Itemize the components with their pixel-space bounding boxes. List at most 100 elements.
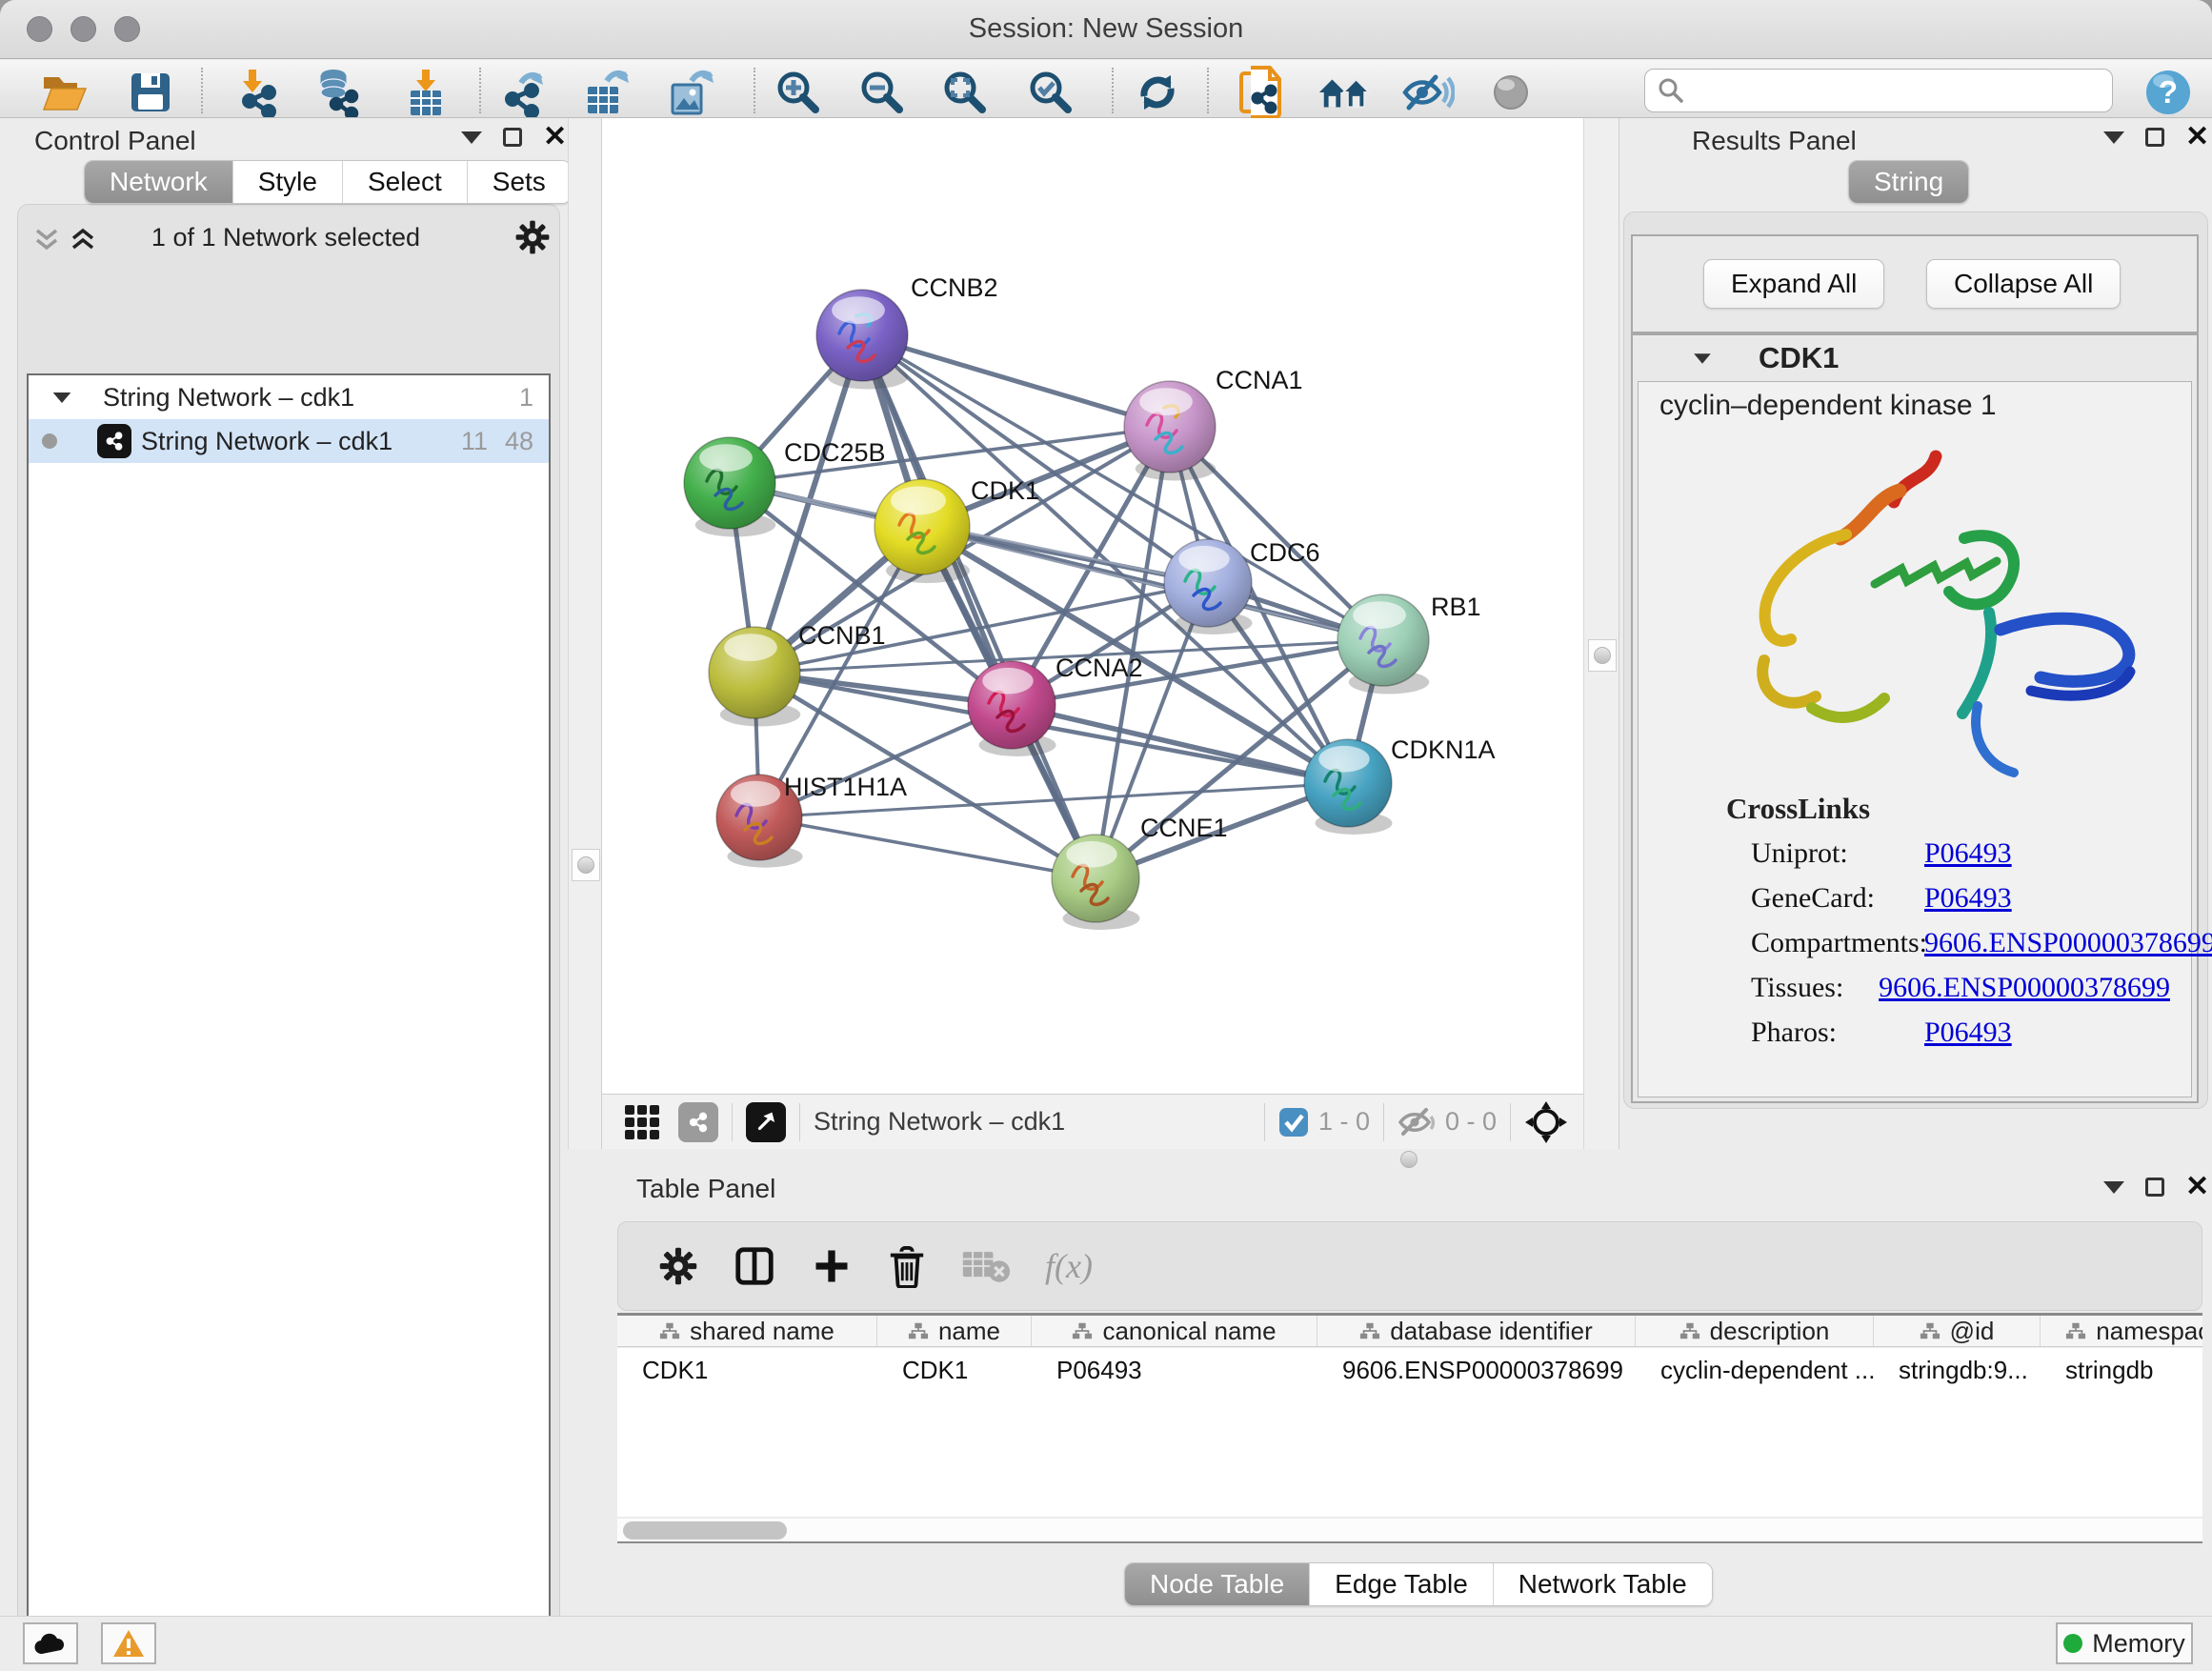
help-icon[interactable]: ? bbox=[2142, 68, 2195, 117]
table-cell[interactable]: 9606.ENSP00000378699 bbox=[1317, 1348, 1636, 1517]
column-header-description[interactable]: description bbox=[1636, 1316, 1874, 1346]
apply-preferred-layout-icon[interactable] bbox=[1131, 68, 1184, 117]
edge-CCNB2-CCNA1[interactable] bbox=[862, 335, 1170, 427]
open-session-icon[interactable] bbox=[38, 68, 91, 117]
hidden-eye-icon[interactable] bbox=[1398, 1107, 1436, 1137]
column-header-id[interactable]: @id bbox=[1874, 1316, 2041, 1346]
float-menu-icon[interactable] bbox=[2103, 1181, 2124, 1194]
scrollbar-thumb[interactable] bbox=[623, 1521, 787, 1540]
tab-select[interactable]: Select bbox=[343, 161, 468, 203]
network-options-gear-icon[interactable] bbox=[514, 219, 551, 255]
crosslink-value-link[interactable]: P06493 bbox=[1924, 837, 2012, 870]
import-network-from-file-icon[interactable] bbox=[231, 68, 285, 117]
float-panel-icon[interactable] bbox=[2145, 128, 2164, 147]
home-icon[interactable] bbox=[1317, 68, 1371, 117]
right-splitter-handle[interactable] bbox=[1588, 639, 1617, 672]
network-node-CCNE1[interactable]: CCNE1 bbox=[1052, 814, 1228, 930]
delete-column-icon[interactable] bbox=[887, 1244, 927, 1288]
crosslink-value-link[interactable]: P06493 bbox=[1924, 882, 2012, 915]
close-panel-icon[interactable]: ✕ bbox=[543, 128, 567, 147]
collapse-gene-icon[interactable] bbox=[1694, 353, 1711, 363]
network-node-CCNB2[interactable]: CCNB2 bbox=[816, 273, 998, 389]
table-cell[interactable]: P06493 bbox=[1032, 1348, 1317, 1517]
horizontal-splitter-handle[interactable] bbox=[1400, 1151, 1418, 1168]
hide-selected-icon[interactable] bbox=[1401, 68, 1455, 117]
warning-status-button[interactable] bbox=[101, 1622, 156, 1664]
left-splitter[interactable] bbox=[568, 118, 602, 1149]
table-cell[interactable]: cyclin-dependent ... bbox=[1636, 1348, 1874, 1517]
float-menu-icon[interactable] bbox=[2103, 131, 2124, 144]
delete-table-icon[interactable] bbox=[961, 1248, 1011, 1284]
show-all-icon[interactable] bbox=[1484, 68, 1538, 117]
column-header-namespace[interactable]: namespace bbox=[2041, 1316, 2202, 1346]
selected-checkbox-icon[interactable] bbox=[1278, 1107, 1309, 1137]
tab-sets[interactable]: Sets bbox=[468, 161, 571, 203]
grid-mode-icon[interactable] bbox=[623, 1103, 661, 1141]
column-header-name[interactable]: name bbox=[877, 1316, 1032, 1346]
float-menu-icon[interactable] bbox=[461, 131, 482, 144]
expand-all-button[interactable]: Expand All bbox=[1703, 259, 1884, 309]
search-input[interactable] bbox=[1685, 75, 2095, 107]
collapse-all-button[interactable]: Collapse All bbox=[1926, 259, 2121, 309]
network-node-CDK1[interactable]: CDK1 bbox=[875, 476, 1039, 583]
table-cell[interactable]: CDK1 bbox=[617, 1348, 877, 1517]
memory-button[interactable]: Memory bbox=[2056, 1622, 2193, 1664]
import-network-from-database-icon[interactable] bbox=[311, 68, 364, 117]
network-row-selected[interactable]: String Network – cdk1 11 48 bbox=[29, 419, 549, 463]
collapse-all-icon[interactable] bbox=[32, 225, 61, 253]
cloud-status-button[interactable] bbox=[23, 1622, 78, 1664]
tab-node-table[interactable]: Node Table bbox=[1125, 1563, 1310, 1605]
export-network-icon[interactable] bbox=[496, 68, 550, 117]
table-cell[interactable]: CDK1 bbox=[877, 1348, 1032, 1517]
birds-eye-view-icon[interactable] bbox=[746, 1102, 786, 1142]
edge-CCNA2-CDKN1A[interactable] bbox=[1012, 705, 1348, 783]
expand-all-icon[interactable] bbox=[69, 225, 97, 253]
table-cell[interactable]: stringdb bbox=[2041, 1348, 2212, 1517]
network-node-CCNA1[interactable]: CCNA1 bbox=[1124, 366, 1303, 480]
table-cell[interactable]: stringdb:9... bbox=[1874, 1348, 2041, 1517]
import-table-from-file-icon[interactable] bbox=[399, 68, 452, 117]
crosslink-value-link[interactable]: P06493 bbox=[1924, 1017, 2012, 1049]
zoom-selected-icon[interactable] bbox=[1024, 68, 1077, 117]
search-box[interactable] bbox=[1644, 69, 2113, 112]
network-node-HIST1H1A[interactable]: HIST1H1A bbox=[716, 773, 907, 868]
network-collection-row[interactable]: String Network – cdk1 1 bbox=[29, 375, 549, 419]
table-horizontal-scrollbar[interactable] bbox=[617, 1519, 2202, 1543]
tab-string[interactable]: String bbox=[1849, 161, 1968, 203]
collection-expander-icon[interactable] bbox=[51, 392, 72, 404]
zoom-out-icon[interactable] bbox=[855, 68, 909, 117]
network-node-RB1[interactable]: RB1 bbox=[1337, 593, 1481, 694]
fit-selected-target-icon[interactable] bbox=[1524, 1100, 1568, 1144]
right-splitter[interactable] bbox=[1583, 118, 1619, 1149]
network-view-mode-icon[interactable] bbox=[678, 1102, 718, 1142]
share-document-icon[interactable] bbox=[1234, 68, 1287, 117]
column-header-shared-name[interactable]: shared name bbox=[617, 1316, 877, 1346]
float-panel-icon[interactable] bbox=[503, 128, 522, 147]
crosslink-value-link[interactable]: 9606.ENSP00000378699 bbox=[1924, 927, 2212, 959]
tab-edge-table[interactable]: Edge Table bbox=[1310, 1563, 1494, 1605]
save-session-icon[interactable] bbox=[124, 68, 177, 117]
network-canvas[interactable]: CCNB2CCNA1CDC25BCDK1CDC6RB1CCNB1CCNA2CDK… bbox=[602, 118, 1583, 1094]
close-panel-icon[interactable]: ✕ bbox=[2185, 128, 2209, 147]
tab-network-table[interactable]: Network Table bbox=[1494, 1563, 1712, 1605]
float-panel-icon[interactable] bbox=[2145, 1178, 2164, 1197]
column-header-database-identifier[interactable]: database identifier bbox=[1317, 1316, 1636, 1346]
table-data-row[interactable]: CDK1CDK1P064939606.ENSP00000378699cyclin… bbox=[617, 1348, 2202, 1517]
zoom-fit-content-icon[interactable] bbox=[938, 68, 992, 117]
tab-network[interactable]: Network bbox=[85, 161, 233, 203]
network-node-CDKN1A[interactable]: CDKN1A bbox=[1304, 735, 1496, 835]
export-table-icon[interactable] bbox=[580, 68, 633, 117]
create-column-icon[interactable] bbox=[811, 1245, 853, 1287]
horizontal-splitter[interactable] bbox=[602, 1149, 2212, 1170]
function-builder-icon[interactable]: f(x) bbox=[1045, 1246, 1093, 1286]
zoom-in-icon[interactable] bbox=[772, 68, 825, 117]
gene-header[interactable]: CDK1 bbox=[1633, 335, 2197, 381]
network-node-CDC25B[interactable]: CDC25B bbox=[684, 437, 886, 536]
show-column-icon[interactable] bbox=[733, 1244, 776, 1288]
table-gear-icon[interactable] bbox=[658, 1246, 698, 1286]
left-splitter-handle[interactable] bbox=[572, 849, 600, 881]
column-header-canonical-name[interactable]: canonical name bbox=[1032, 1316, 1317, 1346]
export-image-icon[interactable] bbox=[663, 68, 716, 117]
tab-style[interactable]: Style bbox=[233, 161, 343, 203]
close-panel-icon[interactable]: ✕ bbox=[2185, 1178, 2209, 1197]
